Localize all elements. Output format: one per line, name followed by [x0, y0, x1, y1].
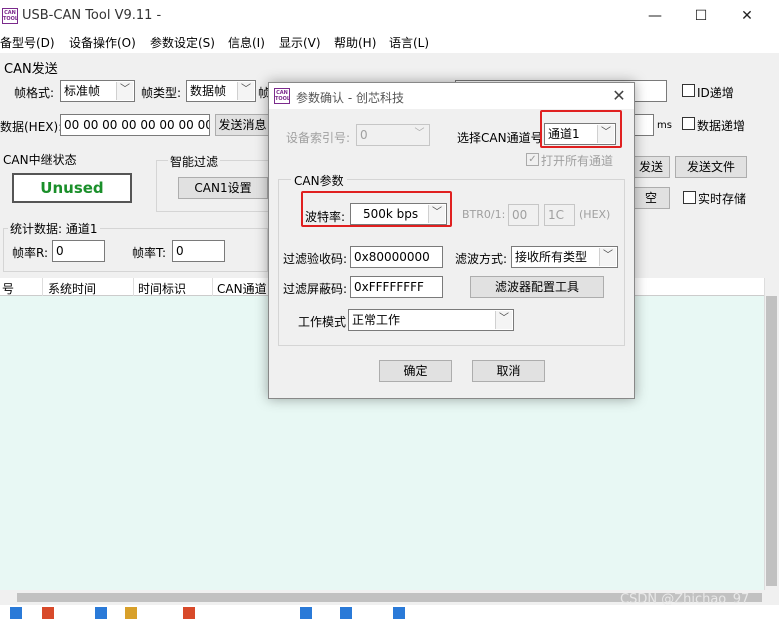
- device-index-select[interactable]: 0 ﹀: [356, 124, 430, 146]
- relay-status-value: Unused: [40, 179, 104, 197]
- open-all-channels-label: 打开所有通道: [541, 154, 614, 168]
- column-divider: [133, 278, 134, 296]
- can-send-title: CAN发送: [4, 62, 58, 77]
- column-header-index[interactable]: 号: [2, 280, 14, 297]
- window-title: USB-CAN Tool V9.11 -: [22, 8, 162, 23]
- acceptance-code-input[interactable]: 0x80000000: [350, 246, 443, 268]
- realtime-save-checkbox[interactable]: [683, 191, 696, 204]
- app-icon: CAN TOOL: [2, 8, 19, 24]
- send-button[interactable]: 发送: [632, 156, 670, 178]
- chevron-down-icon: ﹀: [495, 311, 512, 329]
- column-header-can-channel[interactable]: CAN通道: [217, 280, 267, 297]
- column-divider: [42, 278, 43, 296]
- btr-label: BTR0/1:: [462, 208, 506, 221]
- mask-code-label: 过滤屏蔽码:: [283, 282, 348, 296]
- data-hex-label: 数据(HEX):: [0, 120, 63, 134]
- stats-channel: 通道1: [65, 222, 98, 236]
- data-hex-input[interactable]: 00 00 00 00 00 00 00 00: [60, 114, 210, 136]
- dialog-title: 参数确认 - 创芯科技: [296, 91, 404, 105]
- id-increment-checkbox[interactable]: [682, 84, 695, 97]
- open-all-channels-checkbox[interactable]: ✓: [526, 153, 539, 166]
- frame-format-select[interactable]: 标准帧 ﹀: [60, 80, 135, 102]
- dialog-close-icon[interactable]: ✕: [607, 85, 631, 107]
- clear-button[interactable]: 空: [632, 187, 670, 209]
- send-message-button[interactable]: 发送消息: [215, 114, 270, 136]
- minimize-button[interactable]: —: [632, 2, 678, 30]
- stats-label: 统计数据: 通道1: [8, 220, 100, 237]
- menu-display[interactable]: 显示(V): [279, 34, 321, 51]
- data-increment-checkbox[interactable]: [682, 117, 695, 130]
- title-bar: CAN TOOL USB-CAN Tool V9.11 - — ☐ ✕: [0, 0, 779, 32]
- menu-info[interactable]: 信息(I): [228, 34, 265, 51]
- filter-config-tool-button[interactable]: 滤波器配置工具: [470, 276, 604, 298]
- taskbar-icon[interactable]: [393, 607, 405, 619]
- relay-status-box: Unused: [12, 173, 132, 203]
- data-increment-label: 数据递增: [697, 119, 746, 133]
- column-divider: [212, 278, 213, 296]
- chevron-down-icon: ﹀: [599, 248, 616, 266]
- frame-type-select[interactable]: 数据帧 ﹀: [186, 80, 256, 102]
- checkmark-icon: ✓: [528, 154, 537, 165]
- btr1-input[interactable]: 1C: [544, 204, 575, 226]
- chevron-down-icon: ﹀: [411, 126, 428, 144]
- taskbar-icon[interactable]: [95, 607, 107, 619]
- close-button[interactable]: ✕: [724, 2, 770, 30]
- btr0-input[interactable]: 00: [508, 204, 539, 226]
- menu-language[interactable]: 语言(L): [389, 34, 429, 51]
- chevron-down-icon: ﹀: [116, 82, 133, 100]
- can-params-label: CAN参数: [291, 172, 347, 189]
- menu-device-model[interactable]: 备型号(D): [0, 34, 55, 51]
- hex-label: (HEX): [579, 208, 611, 221]
- realtime-save-label: 实时存储: [698, 192, 747, 206]
- menu-parameter-settings[interactable]: 参数设定(S): [150, 34, 215, 51]
- acceptance-code-label: 过滤验收码:: [283, 252, 348, 266]
- taskbar-icon[interactable]: [300, 607, 312, 619]
- rate-r-label: 帧率R:: [12, 246, 49, 260]
- rate-r-value: 0: [52, 240, 105, 262]
- parameter-confirm-dialog: CAN TOOL 参数确认 - 创芯科技 ✕ 设备索引号: 0 ﹀ 选择CAN通…: [268, 82, 635, 399]
- taskbar-icon[interactable]: [10, 607, 22, 619]
- frame-format-label: 帧格式:: [14, 86, 55, 100]
- chevron-down-icon: ﹀: [597, 125, 614, 143]
- rate-t-value: 0: [172, 240, 225, 262]
- taskbar-icon[interactable]: [125, 607, 137, 619]
- work-mode-label: 工作模式: [298, 315, 347, 329]
- rate-t-label: 帧率T:: [132, 246, 167, 260]
- ok-button[interactable]: 确定: [379, 360, 452, 382]
- dialog-title-bar: CAN TOOL 参数确认 - 创芯科技 ✕: [269, 83, 634, 109]
- taskbar-icon[interactable]: [340, 607, 352, 619]
- taskbar-strip: [0, 605, 779, 620]
- menu-bar: 备型号(D) 设备操作(O) 参数设定(S) 信息(I) 显示(V) 帮助(H)…: [0, 32, 779, 53]
- send-file-button[interactable]: 发送文件: [675, 156, 747, 178]
- taskbar-icon[interactable]: [183, 607, 195, 619]
- smart-filter-label: 智能过滤: [168, 153, 221, 170]
- id-increment-label: ID递增: [697, 86, 734, 100]
- menu-device-operation[interactable]: 设备操作(O): [69, 34, 136, 51]
- taskbar-icon[interactable]: [42, 607, 54, 619]
- frame-type-label: 帧类型:: [141, 86, 182, 100]
- menu-help[interactable]: 帮助(H): [334, 34, 376, 51]
- relay-status-label: CAN中继状态: [3, 153, 77, 167]
- can1-settings-button[interactable]: CAN1设置: [178, 177, 268, 199]
- baud-rate-label: 波特率:: [305, 210, 346, 224]
- dialog-app-icon: CAN TOOL: [274, 88, 291, 104]
- vertical-scroll-thumb[interactable]: [766, 296, 777, 586]
- column-header-system-time[interactable]: 系统时间: [48, 280, 96, 297]
- baud-rate-select[interactable]: 500k bps ﹀: [350, 203, 447, 225]
- ms-unit-label: ms: [657, 120, 672, 131]
- device-index-label: 设备索引号:: [286, 131, 351, 145]
- chevron-down-icon: ﹀: [237, 82, 254, 100]
- maximize-button[interactable]: ☐: [678, 2, 724, 30]
- filter-mode-label: 滤波方式:: [455, 252, 508, 266]
- column-header-timestamp[interactable]: 时间标识: [138, 280, 186, 297]
- cancel-button[interactable]: 取消: [472, 360, 545, 382]
- filter-mode-select[interactable]: 接收所有类型 ﹀: [511, 246, 618, 268]
- mask-code-input[interactable]: 0xFFFFFFFF: [350, 276, 443, 298]
- work-mode-select[interactable]: 正常工作 ﹀: [348, 309, 514, 331]
- select-channel-label: 选择CAN通道号:: [457, 131, 547, 145]
- select-channel-dropdown[interactable]: 通道1 ﹀: [544, 123, 616, 145]
- chevron-down-icon: ﹀: [428, 205, 445, 223]
